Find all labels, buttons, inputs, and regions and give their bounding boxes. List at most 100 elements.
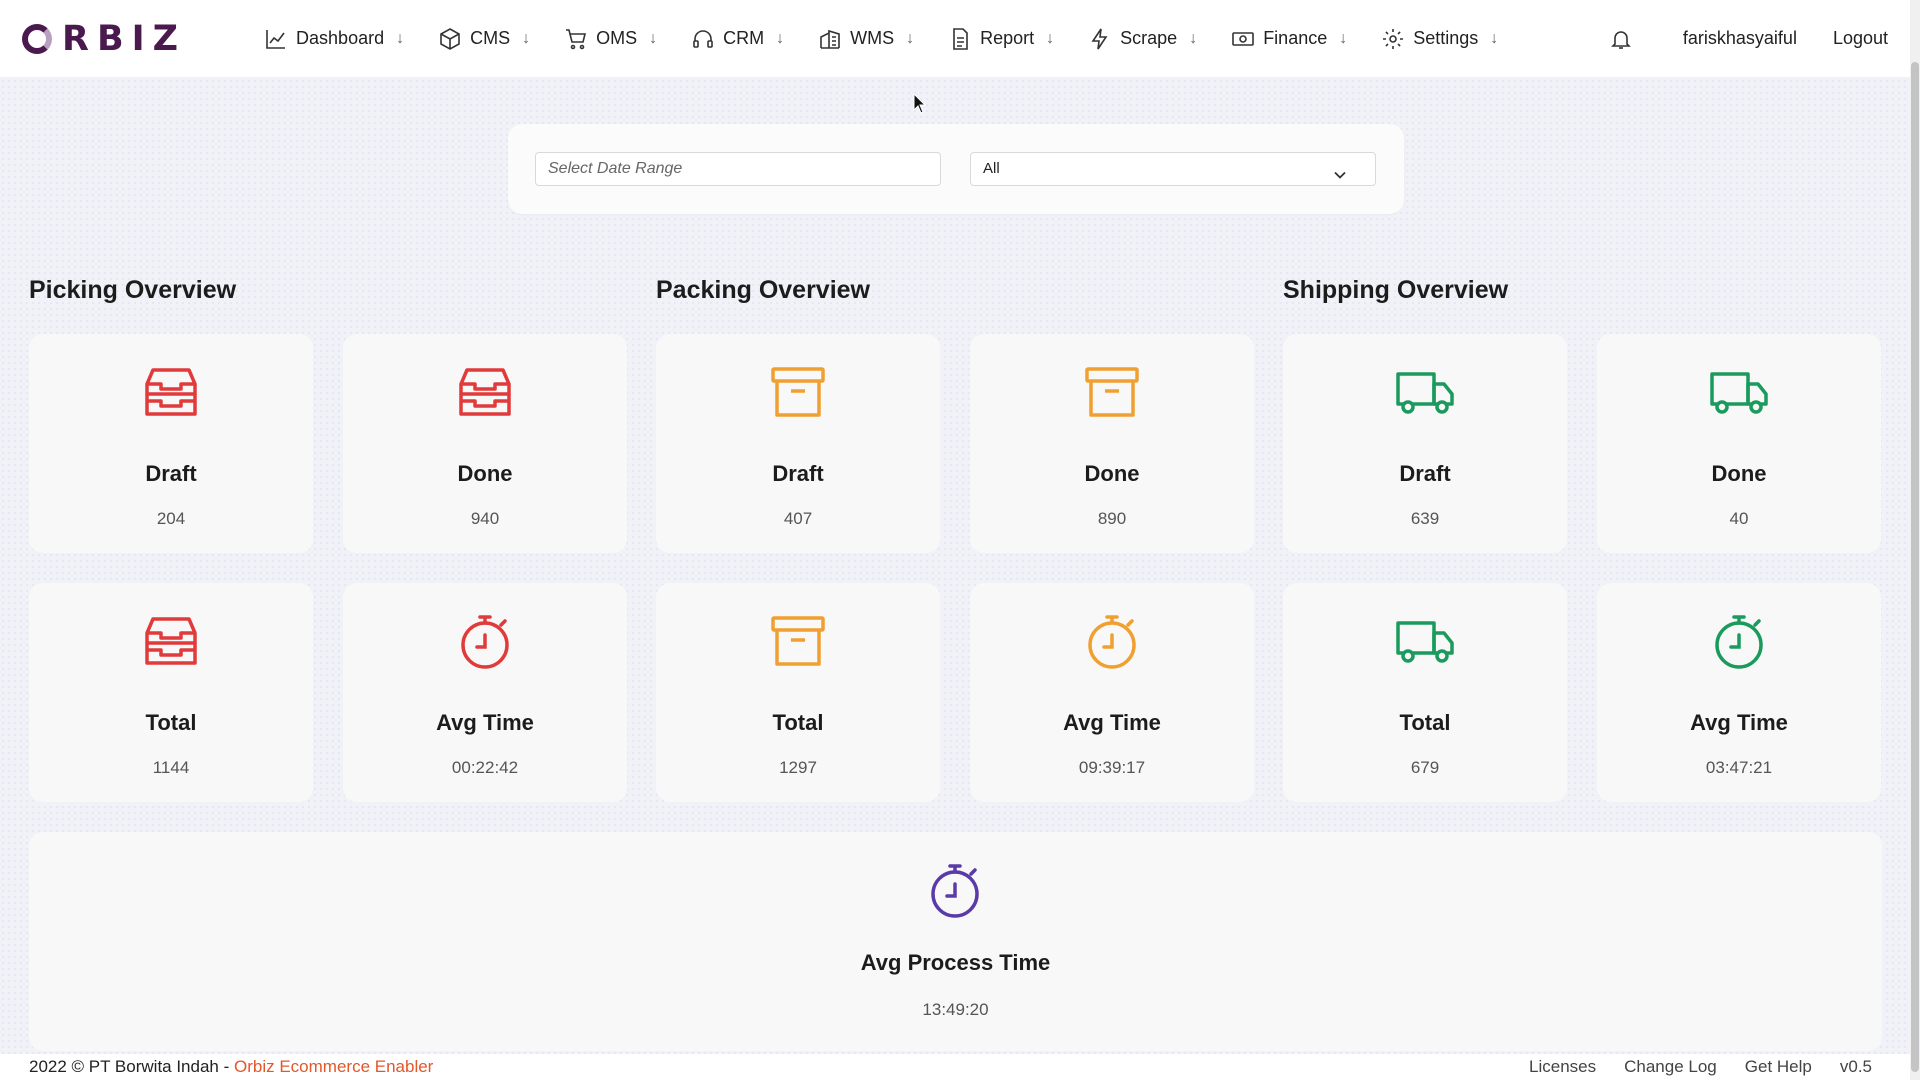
top-navbar: RBIZ Dashboard ↓ CMS ↓ OMS ↓ CRM ↓ WMS ↓ <box>0 0 1910 77</box>
shipping-avg-time-card[interactable]: Avg Time 03:47:21 <box>1597 583 1881 802</box>
card-label: Total <box>145 710 197 735</box>
footer: 2022 © PT Borwita Indah - Orbiz Ecommerc… <box>0 1054 1910 1080</box>
stopwatch-icon <box>925 860 985 920</box>
scrollbar-thumb[interactable] <box>1911 62 1919 1072</box>
shipping-done-card[interactable]: Done 40 <box>1597 334 1881 553</box>
card-value: 1297 <box>779 758 817 777</box>
cart-icon <box>564 27 588 51</box>
licenses-link[interactable]: Licenses <box>1529 1057 1596 1077</box>
mouse-cursor-icon <box>913 93 927 114</box>
status-select[interactable]: All <box>970 152 1376 186</box>
packing-draft-card[interactable]: Draft 407 <box>656 334 940 553</box>
nav-wms[interactable]: WMS ↓ <box>818 27 914 51</box>
shipping-draft-card[interactable]: Draft 639 <box>1283 334 1567 553</box>
warehouse-icon <box>818 27 842 51</box>
logout-link[interactable]: Logout <box>1833 28 1888 49</box>
picking-draft-card[interactable]: Draft 204 <box>29 334 313 553</box>
card-value: 03:47:21 <box>1705 758 1773 777</box>
stopwatch-icon <box>1709 611 1769 671</box>
stopwatch-icon <box>1082 611 1142 671</box>
card-value: 407 <box>783 509 813 528</box>
copyright-text: 2022 © PT Borwita Indah - <box>29 1057 234 1076</box>
inbox-tray-icon <box>141 362 201 422</box>
nav-scrape[interactable]: Scrape ↓ <box>1088 27 1197 51</box>
filter-card: Select Date Range All <box>508 124 1404 214</box>
orbiz-logo[interactable]: RBIZ <box>22 19 186 59</box>
logo-text: RBIZ <box>62 18 187 59</box>
avg-process-time-card[interactable]: Avg Process Time 13:49:20 <box>29 832 1882 1051</box>
username-link[interactable]: fariskhasyaiful <box>1683 28 1797 49</box>
card-label: Done <box>457 461 513 486</box>
nav-oms[interactable]: OMS ↓ <box>564 27 657 51</box>
card-value: 13:49:20 <box>922 1000 989 1019</box>
card-value: 1144 <box>152 758 190 777</box>
dropdown-arrow-icon: ↓ <box>522 29 531 47</box>
nav-settings[interactable]: Settings ↓ <box>1381 27 1498 51</box>
bell-icon[interactable] <box>1609 27 1633 51</box>
nav-crm-label: CRM <box>723 28 765 48</box>
card-value: 890 <box>1097 509 1127 528</box>
shipping-total-card[interactable]: Total 679 <box>1283 583 1567 802</box>
packing-total-card[interactable]: Total 1297 <box>656 583 940 802</box>
bolt-icon <box>1088 27 1112 51</box>
dropdown-arrow-icon: ↓ <box>649 29 658 47</box>
truck-icon <box>1395 611 1455 671</box>
card-label: Draft <box>1399 461 1451 486</box>
logo-ring-icon <box>22 23 52 54</box>
status-select-value: All <box>983 160 1000 177</box>
dropdown-arrow-icon: ↓ <box>1189 29 1198 47</box>
card-value: 09:39:17 <box>1078 758 1146 777</box>
get-help-link[interactable]: Get Help <box>1745 1057 1812 1077</box>
card-label: Done <box>1084 461 1140 486</box>
nav-finance-label: Finance <box>1263 28 1328 48</box>
card-value: 679 <box>1410 758 1440 777</box>
gear-icon <box>1381 27 1405 51</box>
nav-crm[interactable]: CRM ↓ <box>691 27 784 51</box>
nav-report-label: Report <box>980 28 1035 48</box>
inbox-tray-icon <box>455 362 515 422</box>
picking-overview-title: Picking Overview <box>29 276 237 304</box>
date-range-input[interactable]: Select Date Range <box>535 152 941 186</box>
card-label: Avg Process Time <box>860 950 1051 975</box>
version-label: v0.5 <box>1839 1057 1872 1076</box>
card-value: 40 <box>1729 509 1749 528</box>
main-menu: Dashboard ↓ CMS ↓ OMS ↓ CRM ↓ WMS ↓ Repo… <box>264 27 1498 51</box>
picking-avg-time-card[interactable]: Avg Time 00:22:42 <box>343 583 627 802</box>
card-label: Avg Time <box>436 710 534 735</box>
nav-report[interactable]: Report ↓ <box>948 27 1054 51</box>
change-log-link[interactable]: Change Log <box>1624 1057 1717 1077</box>
packing-avg-time-card[interactable]: Avg Time 09:39:17 <box>970 583 1254 802</box>
nav-cms[interactable]: CMS ↓ <box>438 27 530 51</box>
dropdown-arrow-icon: ↓ <box>1490 29 1499 47</box>
footer-brand-link[interactable]: Orbiz Ecommerce Enabler <box>234 1057 433 1076</box>
packing-done-card[interactable]: Done 890 <box>970 334 1254 553</box>
archive-box-icon <box>768 362 828 422</box>
nav-dashboard-label: Dashboard <box>296 28 385 48</box>
card-label: Done <box>1711 461 1767 486</box>
picking-done-card[interactable]: Done 940 <box>343 334 627 553</box>
card-label: Total <box>1399 710 1451 735</box>
cube-icon <box>438 27 462 51</box>
dropdown-arrow-icon: ↓ <box>776 29 785 47</box>
chevron-down-icon <box>1333 162 1347 179</box>
document-icon <box>948 27 972 51</box>
archive-box-icon <box>1082 362 1142 422</box>
page-scrollbar[interactable] <box>1910 0 1920 1080</box>
card-value: 639 <box>1410 509 1440 528</box>
truck-icon <box>1395 362 1455 422</box>
chart-line-icon <box>264 27 288 51</box>
nav-user-area: fariskhasyaiful Logout <box>1609 27 1910 51</box>
archive-box-icon <box>768 611 828 671</box>
stopwatch-icon <box>455 611 515 671</box>
nav-finance[interactable]: Finance ↓ <box>1231 27 1347 51</box>
nav-dashboard[interactable]: Dashboard ↓ <box>264 27 404 51</box>
picking-total-card[interactable]: Total 1144 <box>29 583 313 802</box>
nav-scrape-label: Scrape <box>1120 28 1178 48</box>
footer-links: Licenses Change Log Get Help v0.5 <box>1501 1057 1872 1077</box>
nav-wms-label: WMS <box>850 28 895 48</box>
card-value: 204 <box>156 509 186 528</box>
shipping-overview-title: Shipping Overview <box>1283 276 1509 304</box>
card-label: Draft <box>772 461 824 486</box>
nav-cms-label: CMS <box>470 28 511 48</box>
card-value: 940 <box>470 509 500 528</box>
